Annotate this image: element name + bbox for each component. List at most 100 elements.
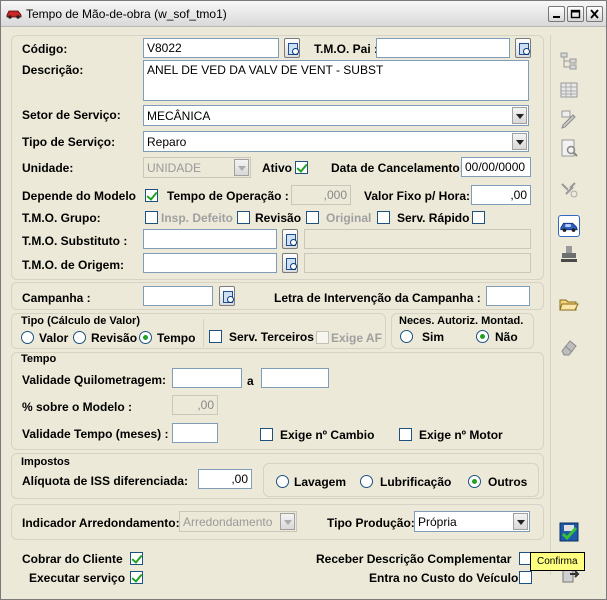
original-checkbox[interactable] (306, 211, 319, 224)
codigo-input[interactable]: V8022 (143, 38, 279, 58)
eraser-icon[interactable] (558, 336, 580, 358)
tipo-producao-select[interactable]: Própria (414, 511, 530, 532)
serv-rapido-extra-checkbox[interactable] (472, 211, 485, 224)
tmo-substituto-label: T.M.O. Substituto : (22, 234, 128, 248)
tempo-title: Tempo (21, 353, 57, 365)
maximize-button[interactable] (567, 6, 584, 22)
tmo-substituto-lookup-button[interactable] (282, 229, 298, 249)
aliquota-input[interactable]: ,00 (198, 469, 252, 489)
tipo-servico-select[interactable]: Reparo (143, 131, 529, 152)
descricao-label: Descrição: (22, 63, 84, 77)
autoriz-title: Neces. Autoriz. Montad. (399, 315, 524, 327)
radio-tempo[interactable] (139, 331, 152, 344)
tipo-servico-value: Reparo (147, 135, 187, 149)
document-search-icon[interactable] (558, 137, 580, 159)
entra-custo-checkbox[interactable] (519, 571, 532, 584)
exige-cambio-checkbox[interactable] (260, 428, 273, 441)
tmo-grupo-label: T.M.O. Grupo: (22, 211, 101, 225)
radio-lubrificacao[interactable] (360, 475, 373, 488)
radio-sim[interactable] (400, 330, 413, 343)
setor-select[interactable]: MECÂNICA (143, 105, 529, 126)
letra-intervencao-label: Letra de Intervenção da Campanha : (274, 291, 481, 305)
chevron-down-icon[interactable] (513, 513, 528, 530)
validade-tempo-input[interactable] (172, 423, 218, 443)
campanha-input[interactable] (143, 286, 213, 306)
maximize-icon (570, 9, 581, 19)
chevron-down-icon (280, 513, 295, 530)
edit-pencil-icon[interactable] (558, 108, 580, 130)
validade-km-from-input[interactable] (172, 368, 242, 388)
campanha-label: Campanha : (22, 291, 91, 305)
indicador-arredondamento-label: Indicador Arredondamento: (22, 516, 180, 530)
radio-sim-label: Sim (422, 330, 445, 344)
validade-km-label: Validade Quilometragem: (22, 373, 167, 387)
impostos-title: Impostos (21, 456, 70, 468)
revisao-label: Revisão (255, 211, 302, 225)
radio-outros[interactable] (468, 475, 481, 488)
depende-modelo-checkbox[interactable] (145, 189, 158, 202)
tmo-substituto-input[interactable] (143, 229, 277, 249)
radio-nao[interactable] (476, 330, 489, 343)
radio-tempo-label: Tempo (157, 331, 196, 345)
letra-intervencao-input[interactable] (486, 286, 530, 306)
codigo-lookup-button[interactable] (284, 38, 300, 58)
indicador-arredondamento-select: Arredondamento (179, 511, 297, 532)
validade-km-a-label: a (247, 374, 254, 388)
confirm-save-icon[interactable] (558, 521, 580, 543)
radio-lubrificacao-label: Lubrificação (380, 475, 452, 489)
tmo-origem-desc (304, 253, 531, 273)
title-bar[interactable]: Tempo de Mão-de-obra (w_sof_tmo1) (1, 1, 606, 27)
serv-terceiros-checkbox[interactable] (209, 330, 222, 343)
stamp-icon[interactable] (558, 243, 580, 265)
serv-rapido-checkbox[interactable] (377, 211, 390, 224)
radio-valor-label: Valor (39, 331, 69, 345)
exige-motor-checkbox[interactable] (399, 428, 412, 441)
tmo-origem-lookup-button[interactable] (282, 253, 298, 273)
close-button[interactable] (586, 6, 603, 22)
valor-fixo-label: Valor Fixo p/ Hora: (364, 189, 471, 203)
table-grid-icon[interactable] (558, 79, 580, 101)
tmo-origem-input[interactable] (143, 253, 277, 273)
tree-structure-icon[interactable] (558, 50, 580, 72)
revisao-checkbox[interactable] (237, 211, 250, 224)
data-cancelamento-label: Data de Cancelamento: (331, 161, 464, 175)
radio-valor[interactable] (21, 331, 34, 344)
tipo-servico-label: Tipo de Serviço: (22, 135, 116, 149)
executar-servico-checkbox[interactable] (130, 571, 143, 584)
insp-defeito-checkbox[interactable] (145, 211, 158, 224)
exige-af-label: Exige AF (331, 331, 382, 345)
serv-terceiros-label: Serv. Terceiros (229, 330, 314, 344)
validade-km-to-input[interactable] (261, 368, 329, 388)
vehicle-icon[interactable] (558, 215, 580, 237)
executar-servico-label: Executar serviço (29, 571, 126, 585)
valor-fixo-input[interactable]: ,00 (471, 185, 531, 205)
data-cancelamento-input[interactable]: 00/00/0000 (461, 157, 531, 177)
unidade-select: UNIDADE (143, 157, 251, 178)
radio-revisao[interactable] (73, 331, 86, 344)
tmo-pai-input[interactable] (376, 38, 510, 58)
tools-icon[interactable] (558, 178, 580, 200)
tipo-producao-label: Tipo Produção: (327, 516, 415, 530)
tipo-calculo-title: Tipo (Cálculo de Valor) (21, 315, 140, 327)
minimize-button[interactable] (548, 6, 565, 22)
indicador-arredondamento-value: Arredondamento (183, 515, 273, 529)
confirma-tooltip: Confirma (530, 552, 585, 571)
toolbar-divider (550, 35, 551, 575)
descricao-textarea[interactable]: ANEL DE VED DA VALV DE VENT - SUBST (143, 60, 529, 101)
unidade-value: UNIDADE (147, 161, 202, 175)
open-folder-icon[interactable] (558, 293, 580, 315)
window: Tempo de Mão-de-obra (w_sof_tmo1) Código… (0, 0, 607, 600)
chevron-down-icon[interactable] (512, 133, 527, 150)
codigo-label: Código: (22, 42, 68, 56)
entra-custo-label: Entra no Custo do Veículo (369, 571, 519, 585)
depende-modelo-label: Depende do Modelo (22, 189, 136, 203)
chevron-down-icon[interactable] (512, 107, 527, 124)
cobrar-cliente-checkbox[interactable] (130, 552, 143, 565)
ativo-checkbox[interactable] (295, 161, 308, 174)
campanha-lookup-button[interactable] (219, 286, 235, 306)
window-title: Tempo de Mão-de-obra (w_sof_tmo1) (26, 7, 227, 21)
radio-lavagem[interactable] (276, 475, 289, 488)
insp-defeito-label: Insp. Defeito (161, 211, 234, 225)
aliquota-label: Alíquota de ISS diferenciada: (22, 474, 189, 488)
tmo-pai-lookup-button[interactable] (515, 38, 531, 58)
